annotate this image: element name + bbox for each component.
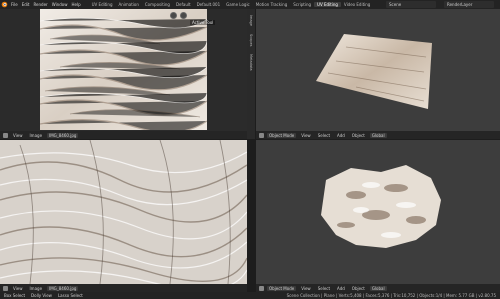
tab-video-editing[interactable]: Video Editing xyxy=(341,2,373,7)
view-menu[interactable]: View xyxy=(11,286,25,291)
render-layer-label: RenderLayer xyxy=(447,2,473,7)
status-dolly-view: Dolly View xyxy=(31,293,52,298)
top-bar: File Edit Render Window Help UV Editing … xyxy=(0,0,500,9)
view-menu[interactable]: View xyxy=(299,133,313,138)
menu-window[interactable]: Window xyxy=(52,2,68,7)
image-editor-side-tabs: Image Scopes Metadata xyxy=(247,9,255,139)
tab-metadata[interactable]: Metadata xyxy=(249,54,253,71)
status-lasso-select: Lasso Select xyxy=(57,293,83,298)
plane-mesh xyxy=(316,34,432,109)
viewport-top-header: Object Mode View Select Add Object Globa… xyxy=(256,131,500,139)
viewport-bottom[interactable]: Object Mode View Select Add Object Globa… xyxy=(256,140,500,292)
workspace-tabs: UV Editing Animation Compositing Default… xyxy=(89,2,374,7)
select-menu[interactable]: Select xyxy=(316,133,332,138)
tab-animation[interactable]: Animation xyxy=(115,2,141,7)
menu-file[interactable]: File xyxy=(11,2,18,7)
tab-compositing[interactable]: Compositing xyxy=(142,2,173,7)
viewport-top[interactable]: Object Mode View Select Add Object Globa… xyxy=(256,9,500,139)
add-menu[interactable]: Add xyxy=(335,133,347,138)
tab-default[interactable]: Default xyxy=(173,2,194,7)
overlay-zoom-icon[interactable] xyxy=(170,12,177,19)
tab-scopes[interactable]: Scopes xyxy=(249,34,253,47)
viewport-bottom-header: Object Mode View Select Add Object Globa… xyxy=(256,284,500,292)
orientation-selector[interactable]: Global xyxy=(369,132,387,138)
status-stats: Scene Collection | Plane | Verts:5,408 |… xyxy=(286,293,496,298)
add-menu[interactable]: Add xyxy=(335,286,347,291)
image-editor-bottom-header: View Image IMG_8460.jpg xyxy=(0,284,247,292)
render-layer-selector[interactable]: RenderLayer xyxy=(444,1,494,8)
tab-workspace[interactable]: UV Editing xyxy=(89,2,116,7)
view-menu[interactable]: View xyxy=(11,133,25,138)
active-tool-label: Active Tool xyxy=(190,20,216,25)
image-editor-bottom[interactable]: View Image IMG_8460.jpg xyxy=(0,140,247,292)
select-menu[interactable]: Select xyxy=(316,286,332,291)
fur-image-bottom xyxy=(0,140,247,284)
image-name-field[interactable]: IMG_8460.jpg xyxy=(47,285,79,291)
overlay-pan-icon[interactable] xyxy=(180,12,187,19)
menu-help[interactable]: Help xyxy=(71,2,80,7)
tab-image[interactable]: Image xyxy=(249,15,253,26)
editor-type-icon[interactable] xyxy=(3,132,8,138)
image-menu[interactable]: Image xyxy=(28,133,45,138)
image-editor-top-header: View Image IMG_8460.jpg xyxy=(0,131,247,139)
view-menu[interactable]: View xyxy=(299,286,313,291)
tab-scripting[interactable]: Scripting xyxy=(290,2,314,7)
tab-motion-tracking[interactable]: Motion Tracking xyxy=(253,2,290,7)
editor-type-icon[interactable] xyxy=(259,132,264,138)
status-box-select: Box Select xyxy=(4,293,26,298)
tab-game-logic[interactable]: Game Logic xyxy=(223,2,253,7)
menu-edit[interactable]: Edit xyxy=(22,2,30,7)
editor-type-icon[interactable] xyxy=(3,285,8,291)
scene-selector[interactable]: Scene xyxy=(386,1,436,8)
tab-default-001[interactable]: Default.001 xyxy=(194,2,224,7)
object-menu[interactable]: Object xyxy=(350,286,367,291)
main-menu: File Edit Render Window Help xyxy=(9,2,81,7)
blender-logo-icon[interactable] xyxy=(0,0,9,9)
image-menu[interactable]: Image xyxy=(28,286,45,291)
image-editor-top[interactable]: Active Tool View Image IMG_8460.jpg xyxy=(0,9,247,139)
object-menu[interactable]: Object xyxy=(350,133,367,138)
scene-label: Scene xyxy=(389,2,402,7)
image-name-field[interactable]: IMG_8460.jpg xyxy=(47,132,79,138)
orientation-selector[interactable]: Global xyxy=(369,285,387,291)
tab-uv-editing[interactable]: UV Editing xyxy=(314,2,341,7)
status-bar: Box Select Dolly View Lasso Select Scene… xyxy=(0,292,500,299)
fur-mesh xyxy=(321,165,441,248)
mode-selector[interactable]: Object Mode xyxy=(267,132,297,138)
fur-image-top xyxy=(40,9,207,130)
menu-render[interactable]: Render xyxy=(33,2,47,7)
editor-type-icon[interactable] xyxy=(259,285,264,291)
mode-selector[interactable]: Object Mode xyxy=(267,285,297,291)
